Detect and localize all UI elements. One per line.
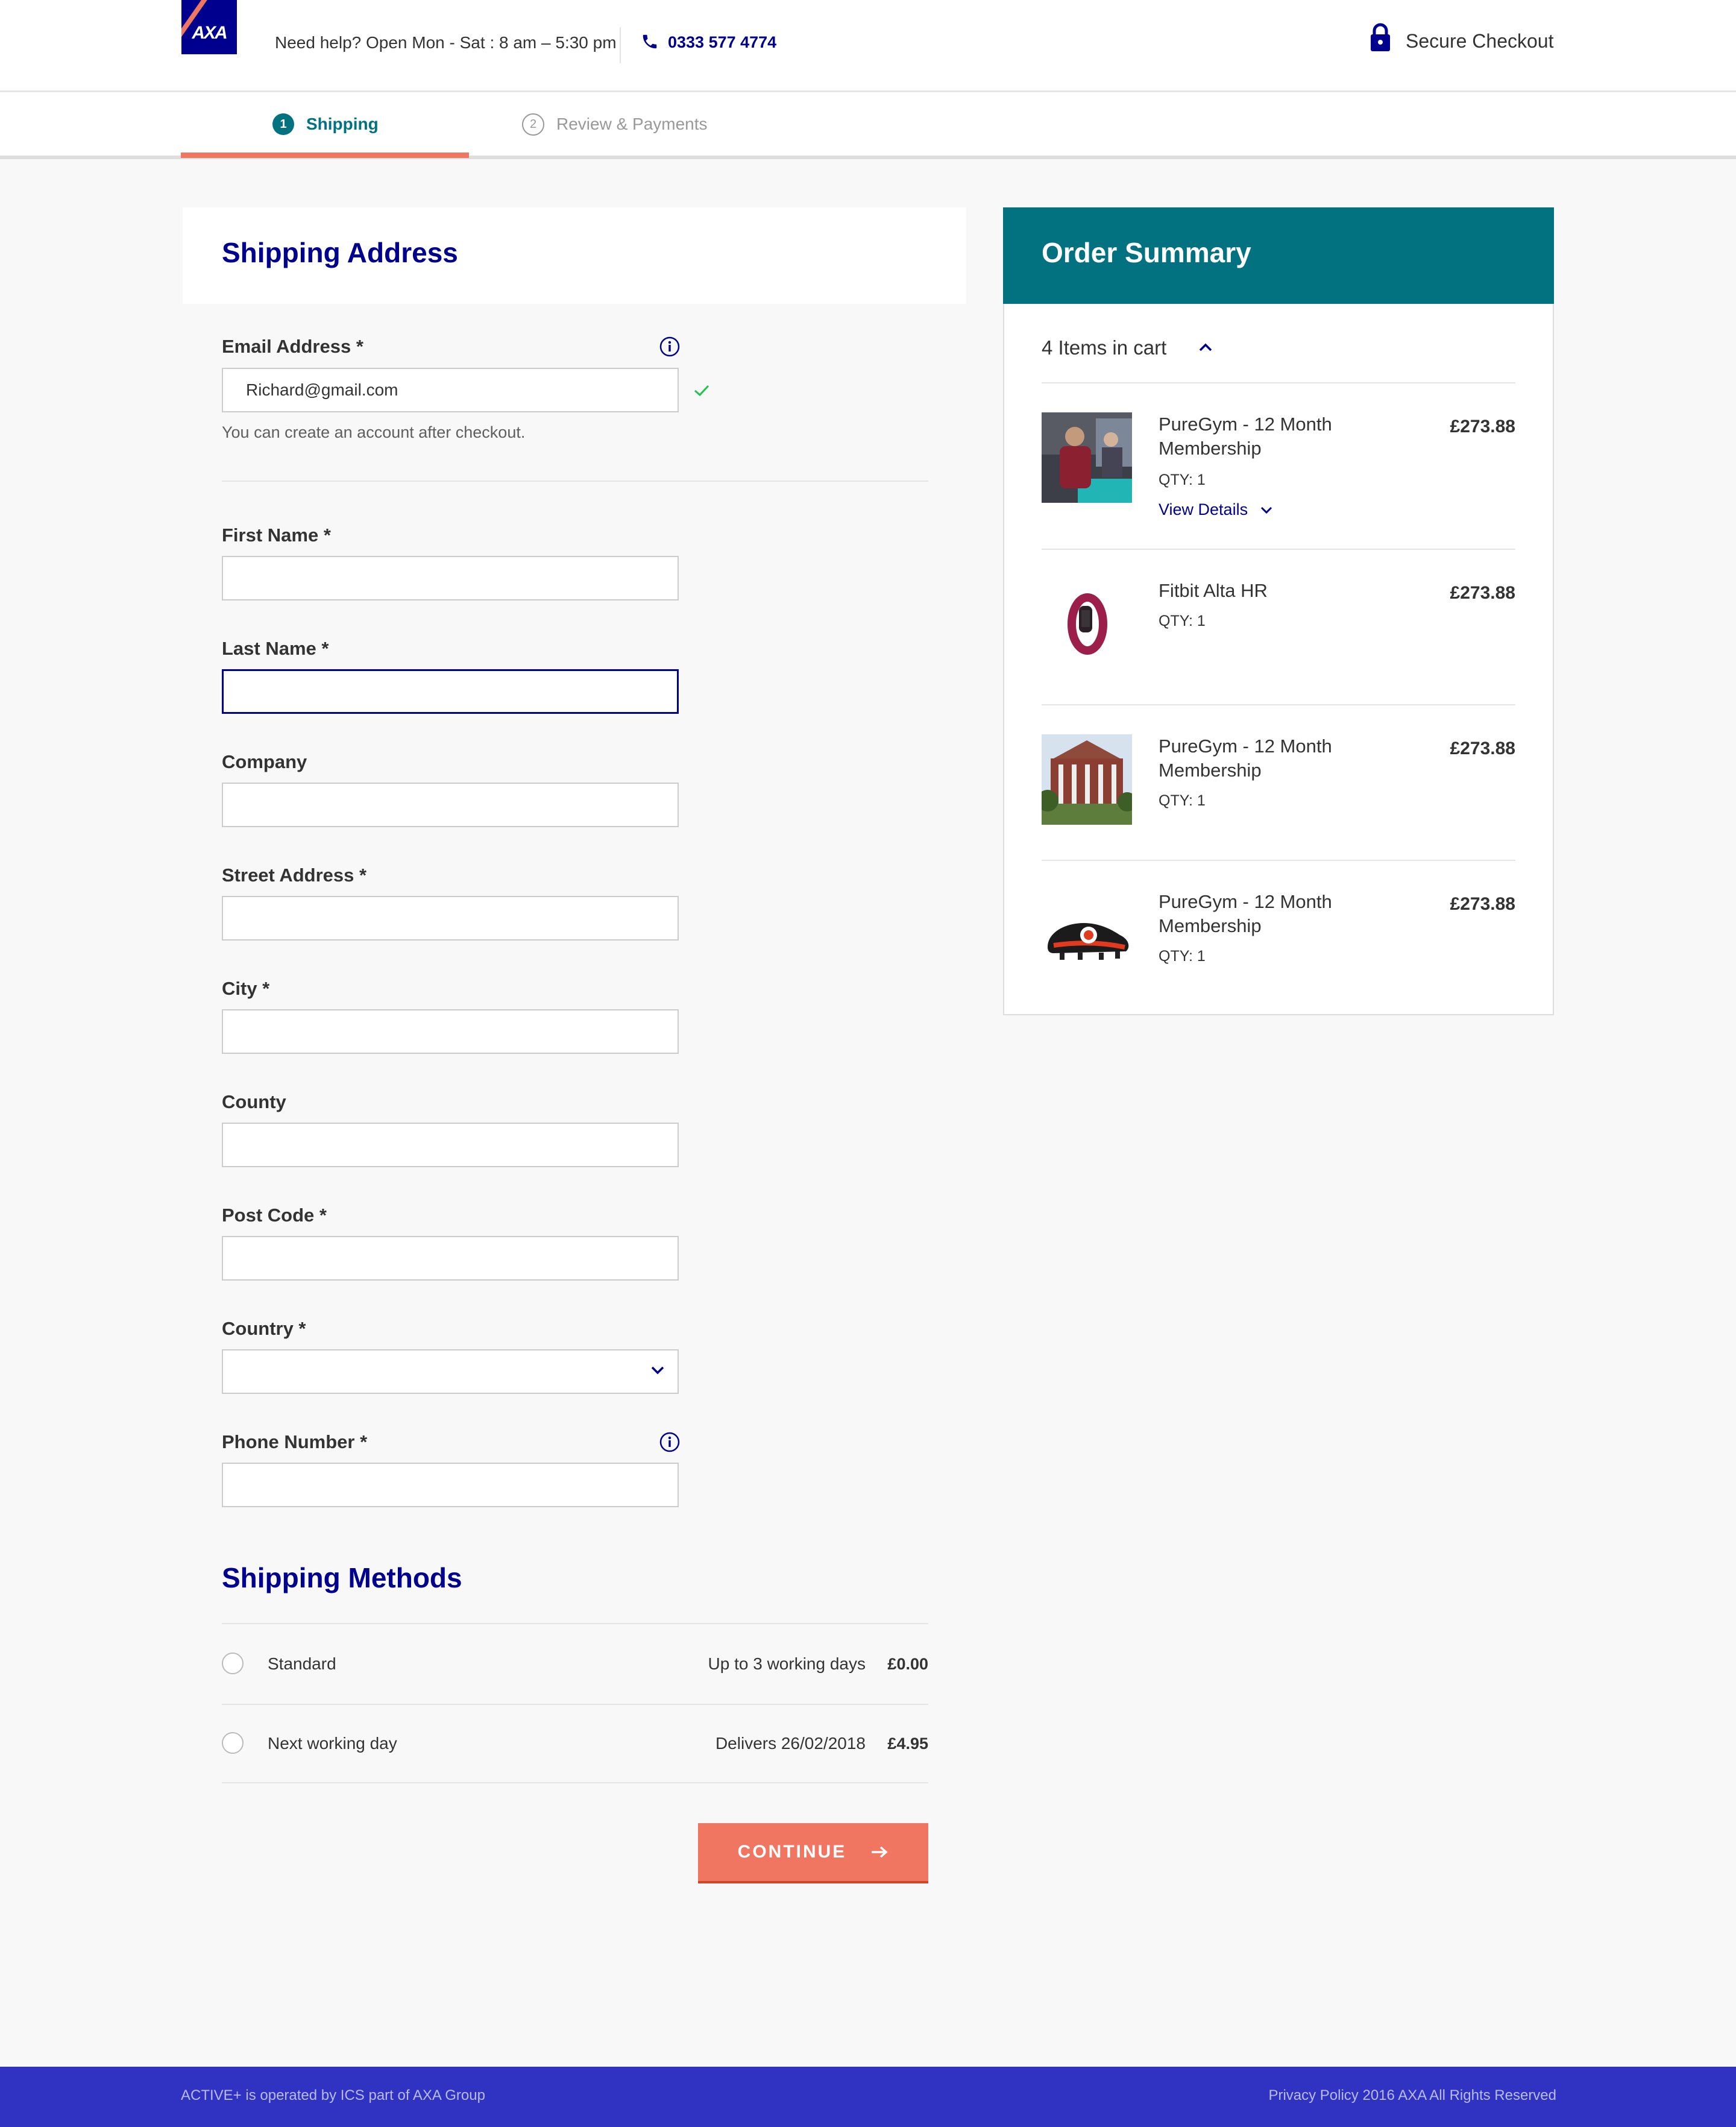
view-details-label: View Details	[1159, 500, 1248, 518]
check-icon	[694, 385, 709, 397]
item-price: £273.88	[1450, 739, 1515, 758]
item-name: PureGym - 12 Month Membership	[1159, 736, 1332, 781]
product-thumbnail-building	[1042, 734, 1132, 825]
post-code-field[interactable]	[222, 1236, 679, 1281]
step-label: Shipping	[306, 115, 379, 133]
country-select[interactable]	[222, 1349, 679, 1394]
method-price: £0.00	[887, 1655, 928, 1673]
divider	[1042, 860, 1515, 861]
view-details-link[interactable]: View Details	[1159, 500, 1273, 519]
first-name-field[interactable]	[222, 556, 679, 600]
company-label: Company	[222, 751, 307, 772]
active-step-indicator	[181, 153, 469, 158]
county-label: County	[222, 1091, 286, 1112]
method-price: £4.95	[887, 1735, 928, 1753]
continue-label: CONTINUE	[737, 1842, 847, 1862]
checkout-steps	[0, 92, 1736, 159]
item-price: £273.88	[1450, 894, 1515, 914]
divider	[222, 481, 928, 482]
street-address-field[interactable]	[222, 896, 679, 941]
item-name: Fitbit Alta HR	[1159, 580, 1268, 601]
product-thumbnail-football-boot	[1042, 890, 1132, 980]
country-label: Country *	[222, 1318, 306, 1339]
lock-icon	[1371, 23, 1390, 51]
shipping-address-title: Shipping Address	[222, 237, 458, 268]
item-qty: QTY: 1	[1159, 948, 1206, 965]
logo-text: AXA	[192, 23, 227, 43]
product-thumbnail-fitbit	[1042, 579, 1132, 669]
info-icon[interactable]	[659, 1432, 680, 1452]
item-qty: QTY: 1	[1159, 471, 1206, 488]
chevron-up-icon[interactable]	[1198, 342, 1213, 353]
county-field[interactable]	[222, 1123, 679, 1167]
chevron-down-icon	[1261, 506, 1272, 514]
item-price: £273.88	[1450, 417, 1515, 436]
divider	[1042, 549, 1515, 550]
divider	[1042, 382, 1515, 383]
divider	[222, 1704, 928, 1705]
item-price: £273.88	[1450, 583, 1515, 603]
axa-logo[interactable]: AXA	[181, 0, 237, 54]
footer-operator-text: ACTIVE+ is operated by ICS part of AXA G…	[181, 2087, 485, 2103]
step-label: Review & Payments	[556, 115, 708, 133]
item-qty: QTY: 1	[1159, 613, 1206, 629]
method-desc: Up to 3 working days	[708, 1654, 866, 1673]
product-thumbnail-gym	[1042, 412, 1132, 503]
method-name: Next working day	[268, 1734, 397, 1753]
item-name: PureGym - 12 Month Membership	[1159, 414, 1332, 459]
company-field[interactable]	[222, 783, 679, 827]
shipping-methods-title: Shipping Methods	[222, 1562, 462, 1593]
divider	[1042, 704, 1515, 705]
step-number: 1	[272, 113, 294, 135]
secure-checkout-label: Secure Checkout	[1406, 30, 1554, 52]
email-label: Email Address *	[222, 336, 363, 357]
first-name-label: First Name *	[222, 525, 331, 546]
arrow-right-icon	[872, 1846, 888, 1858]
divider	[222, 1623, 928, 1624]
street-address-label: Street Address *	[222, 865, 367, 886]
post-code-label: Post Code *	[222, 1205, 327, 1226]
header-divider	[620, 27, 621, 63]
step-shipping[interactable]: 1 Shipping	[272, 112, 379, 136]
last-name-label: Last Name *	[222, 638, 329, 659]
cart-count-toggle[interactable]: 4 Items in cart	[1042, 336, 1166, 359]
method-desc: Delivers 26/02/2018	[715, 1734, 866, 1753]
order-summary-title: Order Summary	[1042, 237, 1251, 268]
step-number: 2	[522, 113, 544, 136]
continue-button[interactable]: CONTINUE	[698, 1823, 928, 1883]
city-label: City *	[222, 978, 270, 999]
phone-number-field[interactable]	[222, 1463, 679, 1507]
divider	[222, 1782, 928, 1783]
step-review-payments[interactable]: 2 Review & Payments	[522, 112, 708, 136]
email-field[interactable]	[222, 368, 679, 412]
info-icon[interactable]	[659, 336, 680, 357]
city-field[interactable]	[222, 1009, 679, 1054]
method-name: Standard	[268, 1654, 336, 1673]
help-text: Need help? Open Mon - Sat : 8 am – 5:30 …	[275, 33, 617, 52]
item-name: PureGym - 12 Month Membership	[1159, 891, 1332, 936]
footer-privacy-link[interactable]: Privacy Policy 2016 AXA All Rights Reser…	[1268, 2087, 1556, 2104]
chevron-down-icon	[651, 1366, 664, 1375]
item-qty: QTY: 1	[1159, 792, 1206, 809]
email-hint: You can create an account after checkout…	[222, 423, 526, 441]
radio-standard[interactable]	[222, 1653, 244, 1674]
last-name-field[interactable]	[222, 669, 679, 714]
phone-number-label: Phone Number *	[222, 1431, 368, 1452]
radio-next-working-day[interactable]	[222, 1732, 244, 1754]
phone-number-link[interactable]: 0333 577 4774	[668, 33, 776, 52]
phone-icon	[643, 34, 657, 49]
